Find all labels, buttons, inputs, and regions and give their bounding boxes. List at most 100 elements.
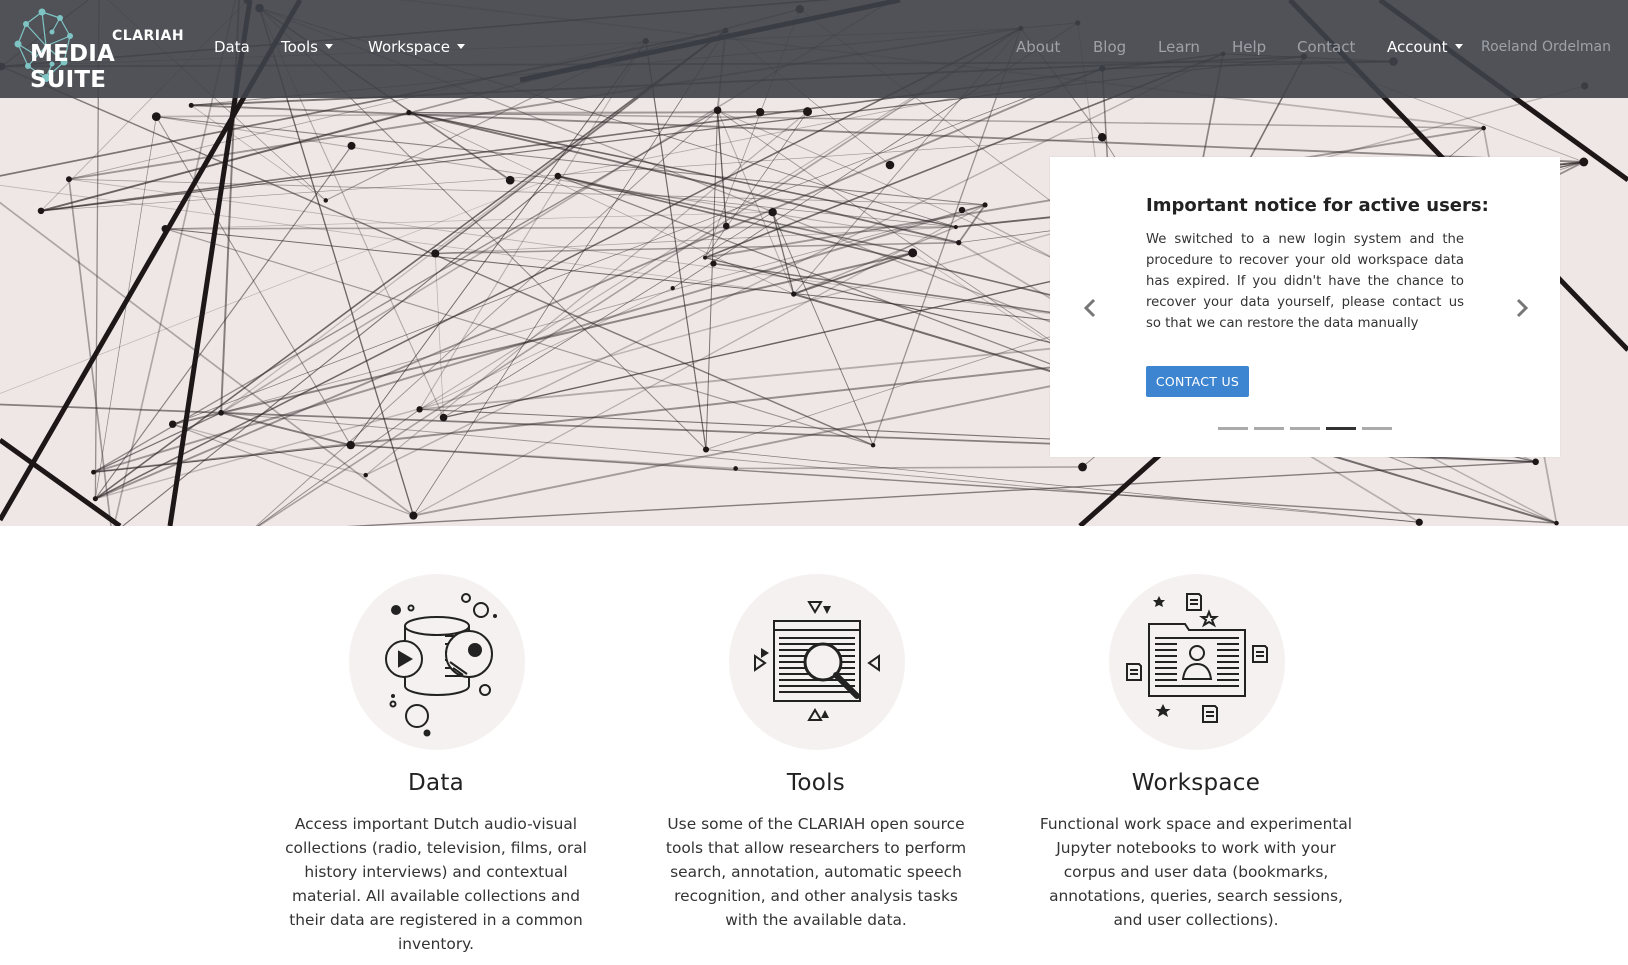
background-knot (92, 496, 98, 502)
notice-carousel: Important notice for active users: We sw… (1050, 157, 1560, 457)
carousel-indicator-3[interactable] (1290, 427, 1320, 430)
background-knot (66, 176, 72, 183)
feature-workspace-description: Functional work space and experimental J… (1039, 815, 1353, 929)
nav-contact[interactable]: Contact (1297, 38, 1355, 56)
nav-about[interactable]: About (1016, 38, 1060, 56)
background-string (557, 175, 1127, 394)
logo-text-media-suite: MEDIA SUITE (30, 41, 116, 93)
background-string (93, 412, 222, 473)
background-knot (1554, 520, 1559, 526)
background-knot (1532, 458, 1539, 466)
nav-account-label: Account (1387, 38, 1448, 56)
background-string (645, 40, 707, 450)
nav-workspace-label: Workspace (368, 38, 450, 56)
feature-data-icon-circle (349, 574, 525, 750)
nav-tools-label: Tools (281, 38, 318, 56)
nav-data-label: Data (214, 38, 250, 56)
caret-down-icon (457, 44, 465, 49)
nav-blog[interactable]: Blog (1093, 38, 1126, 56)
background-knot (151, 112, 161, 122)
feature-data-description: Access important Dutch audio-visual coll… (285, 815, 587, 953)
background-string (191, 104, 1584, 163)
nav-tools-dropdown[interactable]: Tools (281, 38, 333, 56)
feature-tools-icon-circle (729, 574, 905, 750)
background-string (155, 116, 352, 446)
background-knot (870, 442, 876, 448)
nav-help[interactable]: Help (1232, 38, 1266, 56)
background-knot (670, 286, 675, 291)
carousel-indicator-1[interactable] (1218, 427, 1248, 430)
nav-user-name[interactable]: Roeland Ordelman (1481, 39, 1611, 55)
background-knot (416, 406, 423, 413)
background-string (557, 175, 913, 254)
notice-title: Important notice for active users: (1146, 195, 1489, 216)
background-knot (505, 175, 515, 185)
nav-account-dropdown[interactable]: Account (1387, 38, 1463, 56)
background-knot (431, 249, 440, 258)
background-knot (1579, 157, 1589, 167)
background-knot (363, 472, 368, 478)
background-knot (713, 106, 722, 115)
background-knot (908, 248, 918, 258)
carousel-indicator-5[interactable] (1362, 427, 1392, 430)
background-knot (347, 141, 356, 150)
carousel-next-button[interactable] (1512, 295, 1532, 321)
background-knot (702, 446, 710, 453)
carousel-indicator-4[interactable] (1326, 427, 1356, 430)
background-knot (218, 409, 224, 416)
feature-tools-title[interactable]: Tools (656, 770, 976, 796)
user-folder-icon (1126, 593, 1268, 723)
background-knot (554, 172, 562, 180)
background-knot (768, 208, 777, 217)
background-knot (982, 202, 988, 208)
background-string (443, 211, 773, 418)
feature-workspace-icon-circle (1109, 574, 1285, 750)
background-knot (756, 108, 765, 117)
background-knot (188, 102, 194, 108)
background-knot (168, 420, 177, 428)
background-knot (323, 198, 328, 203)
caret-down-icon (324, 44, 333, 49)
background-knot (161, 224, 170, 233)
background-knot (722, 222, 730, 230)
background-knot (1078, 462, 1087, 472)
background-knot (710, 260, 717, 267)
background-string (435, 241, 959, 255)
nav-workspace-dropdown[interactable]: Workspace (368, 38, 465, 56)
background-knot (733, 466, 738, 471)
database-media-icon (385, 593, 497, 737)
carousel-prev-button[interactable] (1080, 295, 1100, 321)
background-knot (956, 240, 962, 246)
chevron-left-icon (1083, 298, 1096, 318)
background-knot (958, 206, 966, 214)
top-navbar: CLARIAH MEDIA SUITE Data Tools Workspace… (0, 0, 1628, 98)
background-string (705, 110, 719, 450)
background-string (165, 228, 874, 446)
background-string (705, 449, 1420, 523)
background-string (350, 444, 736, 470)
feature-tools-description: Use some of the CLARIAH open source tool… (665, 815, 967, 929)
media-suite-logo[interactable]: CLARIAH MEDIA SUITE (12, 6, 184, 93)
background-knot (406, 109, 412, 116)
feature-data-title[interactable]: Data (276, 770, 596, 796)
background-knot (439, 413, 448, 422)
background-string (346, 461, 1536, 526)
magnifier-document-icon (754, 601, 880, 721)
carousel-indicator-2[interactable] (1254, 427, 1284, 430)
background-knot (409, 511, 418, 520)
background-knot (1415, 518, 1423, 526)
background-knot (346, 440, 355, 450)
nav-learn[interactable]: Learn (1158, 38, 1200, 56)
background-knot (885, 160, 895, 170)
background-knot (91, 469, 96, 475)
contact-us-button[interactable]: CONTACT US (1146, 366, 1249, 397)
background-knot (703, 255, 708, 260)
background-string (510, 179, 956, 228)
feature-workspace-title[interactable]: Workspace (1036, 770, 1356, 796)
nav-data[interactable]: Data (214, 38, 250, 56)
background-knot (953, 224, 958, 230)
background-knot (803, 107, 813, 117)
background-string (735, 466, 1083, 470)
background-string (772, 212, 874, 446)
background-string (172, 68, 1103, 425)
